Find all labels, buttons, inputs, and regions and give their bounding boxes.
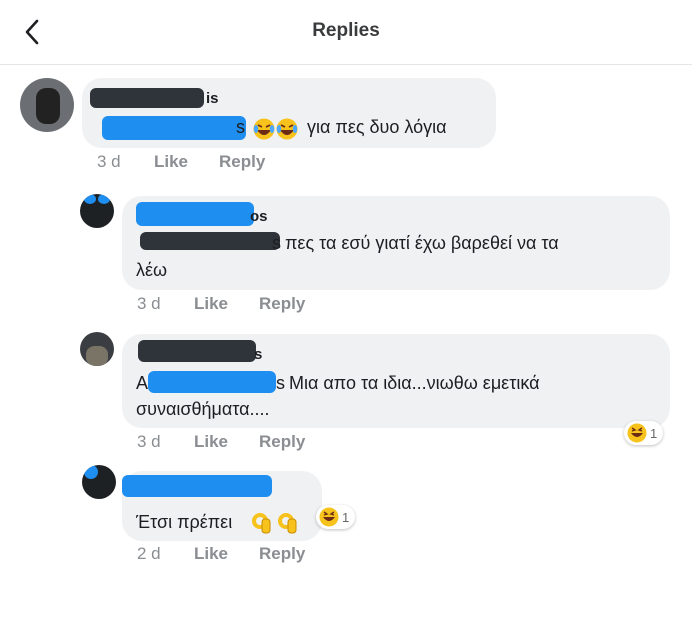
comment-time: 3 d xyxy=(137,294,161,313)
redacted-mention xyxy=(140,232,280,250)
avatar[interactable] xyxy=(20,78,74,132)
laughing-tears-emoji xyxy=(253,117,299,146)
redacted-mention xyxy=(148,371,276,393)
redacted-mention xyxy=(102,116,246,140)
comment-text: Μια απο τα ιδια...νιωθω εμετικά xyxy=(289,373,540,393)
avatar[interactable] xyxy=(80,332,114,366)
redacted-name xyxy=(138,340,256,362)
comment-bubble: is s για πες δυο λόγια xyxy=(82,78,496,148)
reply-button[interactable]: Reply xyxy=(259,432,305,452)
top-bar: Replies xyxy=(0,0,692,65)
comment-text-line2: συναισθήματα.... xyxy=(136,399,270,419)
comment-text: για πες δυο λόγια xyxy=(307,117,447,137)
reply-button[interactable]: Reply xyxy=(259,544,305,564)
like-button[interactable]: Like xyxy=(194,294,228,314)
comment-text: Έτσι πρέπει xyxy=(136,512,233,532)
avatar[interactable] xyxy=(82,465,116,499)
comment-text: πες τα εσύ γιατί έχω βαρεθεί να τα xyxy=(285,233,559,253)
comment-time: 3 d xyxy=(97,152,121,171)
like-button[interactable]: Like xyxy=(194,432,228,452)
page-title: Replies xyxy=(312,20,380,41)
reaction-summary[interactable]: 1 xyxy=(624,421,664,445)
comment-time: 2 d xyxy=(137,544,161,563)
redacted-name xyxy=(136,202,254,226)
like-button[interactable]: Like xyxy=(194,544,228,564)
haha-reaction-icon xyxy=(319,507,339,527)
like-button[interactable]: Like xyxy=(154,152,188,172)
comment-time: 3 d xyxy=(137,432,161,451)
reaction-summary[interactable]: 1 xyxy=(316,505,356,529)
comment-text-tail: s xyxy=(276,373,285,393)
comment-text-prefix: A xyxy=(136,373,149,393)
comment-author-tail: is xyxy=(206,90,219,107)
redacted-name xyxy=(122,475,272,497)
comment-text-line2: λέω xyxy=(136,260,168,280)
comment-bubble: Έτσι πρέπει xyxy=(122,471,322,541)
reply-button[interactable]: Reply xyxy=(259,294,305,314)
comment-bubble: s A s Μια απο τα ιδια...νιωθω εμετικά συ… xyxy=(122,334,670,428)
comment-author-tail: s xyxy=(254,346,263,363)
avatar[interactable] xyxy=(80,194,114,228)
comment-text-tail: s xyxy=(236,117,245,137)
reply-button[interactable]: Reply xyxy=(219,152,265,172)
reaction-count: 1 xyxy=(650,425,658,441)
ok-hand-emoji xyxy=(250,509,300,540)
reaction-count: 1 xyxy=(342,509,350,525)
comment-bubble: os s πες τα εσύ γιατί έχω βαρεθεί να τα … xyxy=(122,196,670,290)
haha-reaction-icon xyxy=(627,423,647,443)
comment-text-tail: s xyxy=(272,233,281,253)
comment-author-tail: os xyxy=(250,208,268,225)
redacted-name xyxy=(90,88,204,108)
